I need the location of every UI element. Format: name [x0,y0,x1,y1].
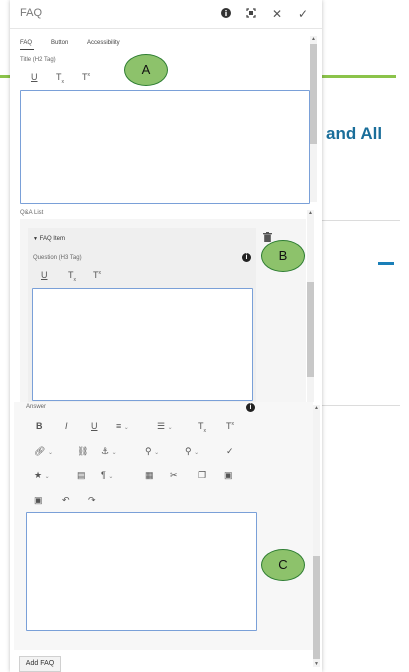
find-replace-icon[interactable]: ⚲ ⌄ [185,446,199,457]
bg-dash [378,262,394,265]
undo-icon[interactable]: ↶ [62,495,70,506]
answer-label: Answer [26,404,47,410]
unlink-icon[interactable]: ⛓︎ [77,446,88,457]
annotation-a: A [124,54,168,86]
scroll-up-arrow[interactable]: ▲ [308,210,313,216]
paragraph-icon[interactable]: ¶ ⌄ [101,470,113,480]
align-icon[interactable]: ≡ ⌄ [116,421,129,431]
bg-heading-fragment: and All [326,124,383,143]
redo-icon[interactable]: ↷ [88,495,96,506]
dialog-titlebar: FAQ ✕ ✓ [10,0,322,29]
scroll-up-arrow[interactable]: ▲ [311,36,316,42]
copy-icon[interactable]: ❐ [198,470,206,481]
table-icon[interactable]: ▦ [145,470,154,481]
dialog-title: FAQ [20,7,43,19]
italic-icon[interactable]: I [65,421,68,431]
paste-text-icon[interactable]: ▤ [77,470,86,481]
answer-rich-text-field[interactable] [26,512,257,631]
tab-faq[interactable]: FAQ [20,40,32,46]
question-info-icon[interactable]: i [242,253,251,262]
clipboard-icon[interactable]: ▣ [34,495,43,506]
bg-accent-line-right [322,75,396,78]
fullscreen-icon[interactable] [243,6,259,22]
subscript-icon[interactable]: Tx [68,270,76,283]
question-label: Question (H3 Tag) [33,255,82,261]
chevron-down-icon: ▼ [33,236,38,242]
title-label: Title (H2 Tag) [20,57,56,63]
link-icon[interactable]: 🔗︎ ⌄ [34,446,53,457]
paste-icon[interactable]: ▣ [224,470,233,481]
middle-scrollbar-thumb[interactable] [307,282,314,377]
title-rich-text-field[interactable] [20,90,310,204]
active-tab-indicator [20,49,34,50]
check-icon[interactable]: ✓ [295,6,311,22]
list-icon[interactable]: ☰ ⌄ [157,421,173,432]
cut-icon[interactable]: ✂ [170,470,178,481]
subscript-icon[interactable]: Tx [198,421,206,434]
annotation-b: B [261,240,305,272]
info-icon[interactable] [218,6,234,22]
anchor-icon[interactable]: ⚓︎ ⌄ [101,446,117,457]
tab-button[interactable]: Button [51,40,68,46]
question-rich-text-field[interactable] [32,288,253,401]
underline-icon[interactable]: U [31,72,38,82]
subscript-icon[interactable]: Tx [56,72,64,85]
underline-icon[interactable]: U [41,270,48,280]
underline-icon[interactable]: U [91,421,98,431]
superscript-icon[interactable]: Tx [93,270,101,280]
tab-accessibility[interactable]: Accessibility [87,40,120,46]
bg-divider-2 [322,405,400,406]
qa-list-label: Q&A List [20,210,44,216]
annotation-c: C [261,549,305,581]
superscript-icon[interactable]: Tx [82,72,90,82]
add-faq-button[interactable]: Add FAQ [19,656,61,672]
faq-item-label[interactable]: ▼ FAQ Item [33,236,65,242]
upper-scrollbar-thumb[interactable] [310,44,317,144]
superscript-icon[interactable]: Tx [226,421,234,431]
faq-item-text: FAQ Item [39,236,65,242]
bg-divider [322,220,400,221]
find-icon[interactable]: ⚲ ⌄ [145,446,159,457]
scroll-up-arrow[interactable]: ▲ [314,405,319,411]
special-char-icon[interactable]: ★ ⌄ [34,470,50,481]
lower-scrollbar-thumb[interactable] [313,556,320,659]
close-icon[interactable]: ✕ [269,6,285,22]
bold-icon[interactable]: B [36,421,43,431]
scroll-down-arrow[interactable]: ▼ [314,661,319,667]
answer-info-icon[interactable]: i [246,403,255,412]
spellcheck-icon[interactable]: ✓ [226,446,234,457]
